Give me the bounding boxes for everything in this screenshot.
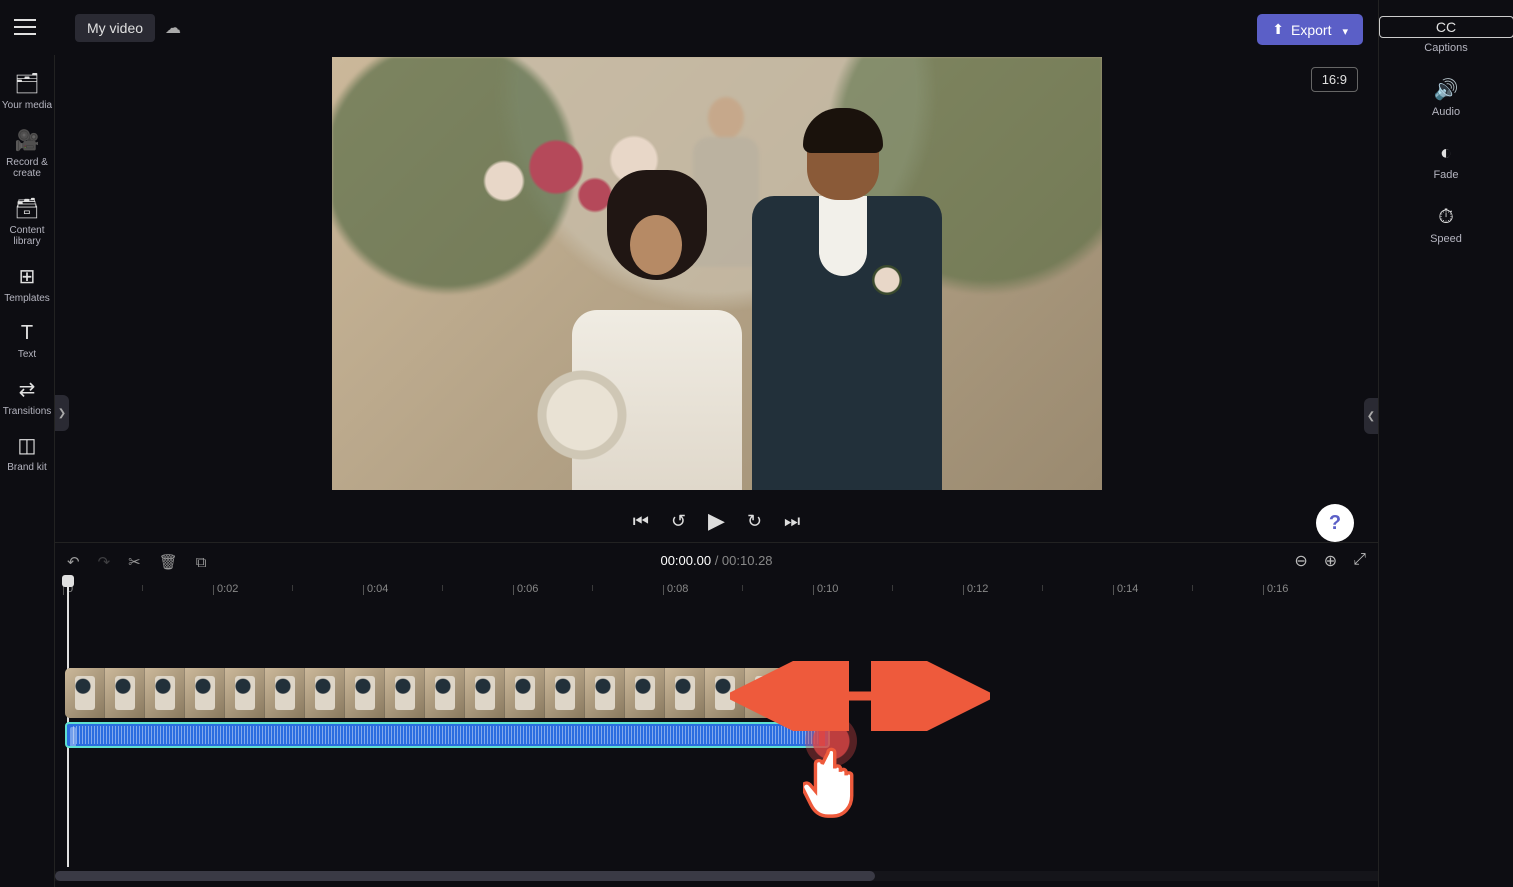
ruler-tick: 0:04 bbox=[367, 583, 388, 595]
templates-icon: ⊞ bbox=[0, 266, 55, 289]
sidebar-item-label: Content library bbox=[9, 225, 44, 248]
export-label: Export bbox=[1291, 22, 1331, 38]
audio-clip-left-handle[interactable] bbox=[70, 727, 76, 747]
video-clip[interactable] bbox=[65, 668, 810, 718]
sidebar-item-label: Fade bbox=[1433, 169, 1458, 181]
total-timecode: 00:10.28 bbox=[722, 553, 773, 568]
ruler-tick: 0:10 bbox=[817, 583, 838, 595]
skip-start-button[interactable]: ⏮ bbox=[633, 511, 649, 532]
top-bar: My video ☁ bbox=[55, 0, 1378, 55]
video-title-input[interactable]: My video bbox=[75, 14, 155, 42]
ruler-tick: 0:08 bbox=[667, 583, 688, 595]
sidebar-item-label: Captions bbox=[1424, 42, 1467, 54]
zoom-controls: ⊖ ⊕ ⤢ bbox=[1294, 551, 1366, 571]
left-sidebar: 🗂 Your media 🎥 Record & create 🗃 Content li… bbox=[0, 55, 55, 887]
sidebar-text[interactable]: T Text bbox=[0, 314, 55, 371]
menu-button[interactable] bbox=[14, 14, 40, 40]
video-canvas[interactable] bbox=[332, 57, 1102, 490]
media-icon: 🗂 bbox=[0, 73, 55, 96]
library-icon: 🗃 bbox=[0, 198, 55, 221]
scrollbar-thumb[interactable] bbox=[55, 871, 875, 881]
sidebar-brand-kit[interactable]: ◫ Brand kit bbox=[0, 427, 55, 484]
sidebar-item-label: Speed bbox=[1430, 233, 1462, 245]
chevron-down-icon bbox=[1338, 22, 1348, 38]
timeline-tracks bbox=[65, 668, 1368, 748]
zoom-in-button[interactable]: ⊕ bbox=[1324, 551, 1337, 571]
current-timecode: 00:00.00 bbox=[660, 553, 711, 568]
upload-icon: ⬆ bbox=[1272, 21, 1284, 38]
transitions-icon: ⇄ bbox=[0, 379, 55, 402]
sidebar-content-library[interactable]: 🗃 Content library bbox=[0, 190, 55, 258]
sidebar-record-create[interactable]: 🎥 Record & create bbox=[0, 122, 55, 190]
ruler-tick: 0:14 bbox=[1117, 583, 1138, 595]
ruler-tick: 0:06 bbox=[517, 583, 538, 595]
ruler-tick: 0:16 bbox=[1267, 583, 1288, 595]
annotation-hand-cursor-icon bbox=[803, 741, 871, 821]
zoom-out-button[interactable]: ⊖ bbox=[1294, 551, 1307, 571]
sidebar-item-label: Transitions bbox=[3, 406, 52, 417]
split-button[interactable]: ✂ bbox=[128, 553, 141, 571]
duplicate-button[interactable]: ⧉ bbox=[196, 554, 207, 571]
delete-button[interactable]: 🗑 bbox=[159, 553, 178, 571]
audio-clip[interactable] bbox=[65, 722, 830, 748]
text-icon: T bbox=[0, 322, 55, 345]
sidebar-item-label: Text bbox=[18, 349, 36, 360]
rewind-button[interactable]: ↺ bbox=[671, 511, 686, 532]
rsb-fade[interactable]: ◐ Fade bbox=[1379, 132, 1513, 196]
fade-icon: ◐ bbox=[1379, 142, 1513, 165]
timeline-ruler[interactable]: 00:020:040:060:080:100:120:140:16 bbox=[55, 583, 1378, 613]
sidebar-templates[interactable]: ⊞ Templates bbox=[0, 258, 55, 315]
brandkit-icon: ◫ bbox=[0, 435, 55, 458]
export-button[interactable]: ⬆ Export bbox=[1257, 14, 1363, 45]
sidebar-item-label: Audio bbox=[1432, 106, 1460, 118]
record-icon: 🎥 bbox=[0, 130, 55, 153]
timeline-panel: ↶ ↷ ✂ 🗑 ⧉ 00:00.00 / 00:10.28 ⊖ ⊕ ⤢ 00:0… bbox=[55, 542, 1378, 887]
right-sidebar: CC Captions 🔊 Audio ◐ Fade ⏱ Speed bbox=[1378, 0, 1513, 887]
timeline-scrollbar[interactable] bbox=[55, 871, 1378, 881]
sidebar-transitions[interactable]: ⇄ Transitions bbox=[0, 371, 55, 428]
player-controls: ⏮ ↺ ▶ ↻ ⏭ bbox=[633, 508, 801, 534]
play-button[interactable]: ▶ bbox=[708, 508, 725, 534]
help-button[interactable]: ? bbox=[1316, 504, 1354, 542]
timecode-display: 00:00.00 / 00:10.28 bbox=[660, 553, 772, 568]
rsb-speed[interactable]: ⏱ Speed bbox=[1379, 196, 1513, 260]
sidebar-item-label: Your media bbox=[2, 100, 52, 111]
sidebar-item-label: Templates bbox=[4, 293, 50, 304]
ruler-tick: 0:12 bbox=[967, 583, 988, 595]
aspect-ratio-selector[interactable]: 16:9 bbox=[1311, 67, 1358, 92]
redo-button[interactable]: ↷ bbox=[98, 553, 111, 571]
rsb-audio[interactable]: 🔊 Audio bbox=[1379, 69, 1513, 133]
fit-timeline-button[interactable]: ⤢ bbox=[1353, 551, 1366, 571]
sidebar-item-label: Record & create bbox=[6, 157, 48, 180]
captions-icon: CC bbox=[1379, 16, 1513, 38]
undo-button[interactable]: ↶ bbox=[67, 553, 80, 571]
ruler-tick: 0:02 bbox=[217, 583, 238, 595]
speed-icon: ⏱ bbox=[1379, 206, 1513, 229]
rsb-captions[interactable]: CC Captions bbox=[1379, 6, 1513, 69]
skip-end-button[interactable]: ⏭ bbox=[784, 511, 800, 532]
audio-icon: 🔊 bbox=[1379, 79, 1513, 102]
sidebar-your-media[interactable]: 🗂 Your media bbox=[0, 65, 55, 122]
cloud-sync-icon[interactable]: ☁ bbox=[165, 18, 181, 38]
preview-area: 16:9 ⏮ ↺ ▶ ↻ ⏭ ⛶ ? ⌄ bbox=[55, 55, 1378, 542]
forward-button[interactable]: ↻ bbox=[747, 511, 762, 532]
sidebar-item-label: Brand kit bbox=[7, 462, 46, 473]
